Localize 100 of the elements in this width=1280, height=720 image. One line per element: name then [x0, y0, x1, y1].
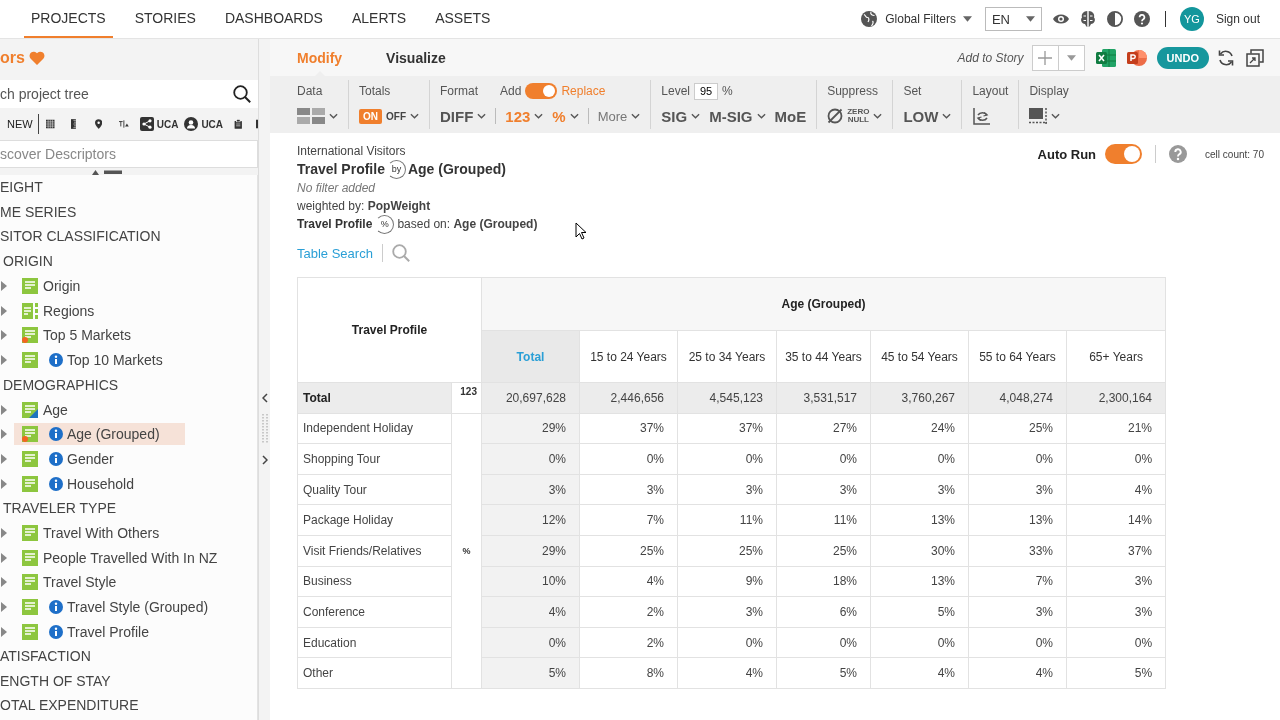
undo-button[interactable]: UNDO — [1156, 46, 1209, 69]
info-icon[interactable] — [49, 476, 63, 491]
expand-arrow-icon[interactable] — [1, 527, 7, 538]
grid-icon[interactable] — [46, 117, 55, 131]
view-tab[interactable]: Visualize — [386, 39, 446, 76]
scroll-handle-icon[interactable] — [92, 168, 122, 175]
user-avatar[interactable]: YG — [1179, 7, 1204, 31]
clipboard-icon[interactable] — [234, 116, 243, 132]
search-icon[interactable] — [233, 85, 251, 103]
nav-tab[interactable]: ALERTS — [344, 0, 414, 38]
table-cell: 29% — [481, 413, 580, 444]
tree-item[interactable]: Household — [14, 472, 159, 495]
tree-category[interactable]: ME SERIES — [0, 199, 77, 225]
info-icon[interactable] — [49, 427, 63, 442]
chevron-right-icon[interactable] — [261, 455, 268, 465]
pivot-icon[interactable] — [973, 107, 992, 125]
uca-button[interactable]: UCA — [139, 117, 179, 131]
more-dropdown[interactable]: More — [597, 104, 641, 128]
tree-category[interactable]: SITOR CLASSIFICATION — [0, 224, 161, 250]
toggle-switch[interactable] — [525, 83, 558, 99]
expand-arrow-icon[interactable] — [1, 478, 7, 489]
expand-arrow-icon[interactable] — [1, 429, 7, 440]
table-cell: 3% — [968, 596, 1067, 628]
ruler-icon[interactable] — [70, 116, 76, 132]
eye-icon[interactable] — [1052, 13, 1069, 25]
text-size-icon[interactable] — [118, 118, 129, 130]
bar-icon[interactable] — [255, 117, 258, 131]
column-header[interactable]: 25 to 34 Years — [677, 330, 777, 383]
info-icon[interactable] — [49, 624, 63, 639]
significance-option[interactable]: MoE — [774, 104, 807, 128]
info-icon[interactable] — [49, 600, 63, 615]
tree-item[interactable]: Gender — [14, 447, 139, 470]
tree-item[interactable]: Travel Style — [14, 571, 142, 594]
column-header[interactable]: 45 to 54 Years — [870, 330, 969, 383]
tree-item[interactable]: Age (Grouped) — [14, 423, 185, 446]
tree-item[interactable]: Travel Profile — [14, 620, 174, 643]
presentation-icon[interactable] — [1126, 47, 1147, 68]
tree-item[interactable]: People Travelled With In NZ — [14, 546, 243, 569]
table-cell: 24% — [870, 413, 969, 444]
new-button[interactable]: NEW — [7, 118, 33, 130]
brain-icon[interactable] — [1079, 11, 1096, 27]
format-dropdown[interactable]: DIFF — [440, 104, 487, 128]
tree-item[interactable]: Top 10 Markets — [14, 349, 188, 372]
expand-arrow-icon[interactable] — [1, 602, 7, 613]
contrast-icon[interactable] — [1106, 11, 1123, 27]
expand-arrow-icon[interactable] — [1, 305, 7, 316]
tree-category[interactable]: ATISFACTION — [0, 644, 91, 669]
language-select[interactable]: EN — [984, 7, 1042, 31]
tree-category[interactable]: OTAL EXPENDITURE — [0, 693, 139, 719]
expand-arrow-icon[interactable] — [1, 626, 7, 637]
tree-category[interactable]: EIGHT — [0, 175, 43, 200]
tree-item[interactable]: Regions — [14, 299, 120, 322]
level-input[interactable]: 95 — [694, 82, 718, 100]
column-header[interactable]: 55 to 64 Years — [968, 330, 1067, 383]
tree-category[interactable]: TRAVELER TYPE — [0, 495, 117, 521]
expand-arrow-icon[interactable] — [1, 330, 7, 341]
tree-category[interactable]: DEMOGRAPHICS — [0, 372, 119, 398]
tree-category[interactable]: ORIGIN — [0, 249, 53, 274]
nav-tab[interactable]: ASSETS — [428, 0, 498, 38]
chevron-left-icon[interactable] — [261, 393, 268, 403]
expand-arrow-icon[interactable] — [1, 577, 7, 588]
expand-arrow-icon[interactable] — [1, 404, 7, 415]
tree-item[interactable]: Age — [14, 398, 93, 421]
nav-tab[interactable]: STORIES — [127, 0, 203, 38]
set-dropdown[interactable]: LOW — [903, 104, 952, 128]
info-icon[interactable] — [49, 451, 63, 466]
spreadsheet-icon[interactable] — [1095, 47, 1116, 68]
global-filters-button[interactable]: Global Filters — [885, 12, 972, 26]
toggle-label: Add — [500, 84, 522, 98]
uca-button[interactable]: UCA — [184, 117, 224, 131]
expand-arrow-icon[interactable] — [1, 453, 7, 464]
toggle-switch[interactable] — [1105, 144, 1143, 164]
expand-arrow-icon[interactable] — [1, 281, 7, 292]
window-icon[interactable] — [1246, 48, 1264, 67]
significance-option[interactable]: SIG — [661, 104, 701, 128]
grip-icon[interactable] — [261, 414, 268, 444]
table-title: Travel Profile — [297, 161, 385, 177]
globe-icon[interactable] — [861, 11, 878, 27]
significance-option[interactable]: M-SIG — [709, 104, 766, 128]
column-header[interactable]: 35 to 44 Years — [776, 330, 871, 383]
suppress-dropdown[interactable]: ZERO NULL — [827, 104, 883, 128]
map-pin-icon[interactable] — [94, 116, 102, 132]
info-icon[interactable] — [49, 353, 63, 368]
tree-item[interactable]: Travel Style (Grouped) — [14, 596, 234, 619]
table-cell: 4% — [481, 596, 580, 628]
expand-arrow-icon[interactable] — [1, 355, 7, 366]
refresh-icon[interactable] — [1217, 48, 1235, 67]
tree-item[interactable]: Travel With Others — [14, 521, 185, 544]
expand-arrow-icon[interactable] — [1, 552, 7, 563]
column-header[interactable]: 15 to 24 Years — [579, 330, 678, 383]
tree-item[interactable]: Top 5 Markets — [14, 324, 156, 347]
search-field[interactable]: scover Descriptors — [0, 140, 258, 168]
sign-out-link[interactable]: Sign out — [1215, 12, 1260, 26]
tree-category[interactable]: ENGTH OF STAY — [0, 668, 111, 694]
nav-tab[interactable]: DASHBOARDS — [217, 0, 330, 38]
totals-toggle[interactable]: ON OFF — [359, 104, 419, 128]
column-header[interactable]: 65+ Years — [1066, 330, 1166, 383]
group-label: Format — [440, 84, 478, 98]
tree-item[interactable]: Origin — [14, 275, 106, 298]
help-icon[interactable] — [1133, 11, 1150, 27]
